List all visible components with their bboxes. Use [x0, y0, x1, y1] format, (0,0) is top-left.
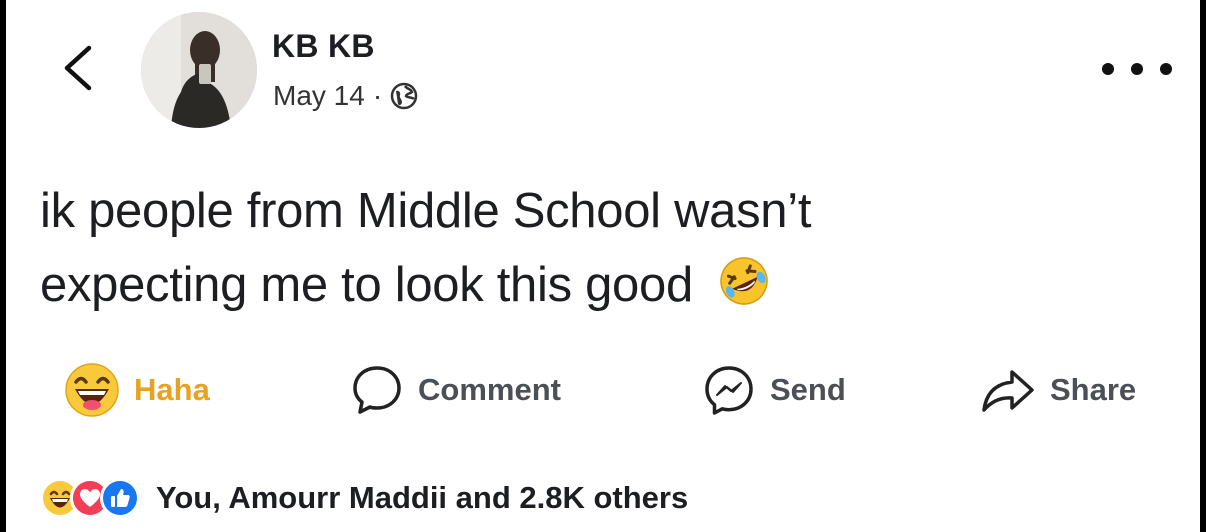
author-name[interactable]: KB KB: [272, 28, 375, 65]
more-options-button[interactable]: [1102, 54, 1172, 84]
post-text-line: ik people from Middle School wasn’t: [40, 184, 812, 238]
share-arrow-icon: [982, 370, 1034, 412]
messenger-icon: [705, 366, 753, 415]
post-meta: May 14 ·: [273, 80, 418, 112]
comment-button[interactable]: Comment: [350, 362, 561, 418]
post-card: KB KB May 14 · ik people from Middle Sch…: [6, 0, 1200, 532]
back-button[interactable]: [56, 42, 100, 94]
send-button[interactable]: Send: [702, 362, 846, 418]
more-dot-icon: [1131, 63, 1143, 75]
haha-label: Haha: [134, 372, 210, 407]
like-reaction-icon: [100, 478, 140, 518]
avatar-photo: [141, 12, 257, 128]
haha-reaction-button[interactable]: Haha: [64, 362, 210, 418]
post-text: ik people from Middle School wasn’t expe…: [40, 174, 1140, 322]
comment-bubble-icon: [353, 366, 401, 414]
reaction-icons: [40, 478, 140, 518]
more-dot-icon: [1102, 63, 1114, 75]
post-date[interactable]: May 14: [273, 80, 365, 112]
comment-label: Comment: [418, 372, 561, 407]
reactions-summary[interactable]: You, Amourr Maddii and 2.8K others: [40, 478, 688, 518]
more-dot-icon: [1160, 63, 1172, 75]
haha-emoji-icon: [65, 363, 119, 417]
rolling-laughing-emoji-icon: [720, 257, 768, 305]
post-text-line: expecting me to look this good: [40, 248, 1140, 322]
send-label: Send: [770, 372, 846, 407]
post-text-line-content: expecting me to look this good: [40, 258, 693, 312]
globe-icon: [390, 82, 418, 110]
share-button[interactable]: Share: [980, 362, 1136, 418]
meta-separator: ·: [372, 80, 383, 111]
share-label: Share: [1050, 372, 1137, 407]
reactions-summary-text: You, Amourr Maddii and 2.8K others: [156, 480, 689, 515]
chevron-left-icon: [64, 45, 92, 91]
avatar[interactable]: [141, 12, 257, 128]
